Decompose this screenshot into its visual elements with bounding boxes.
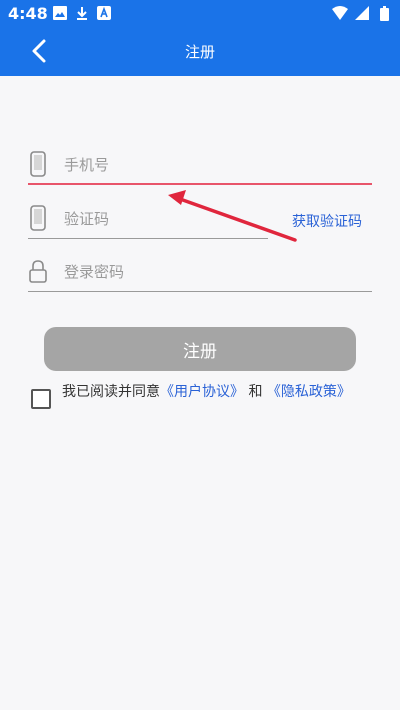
password-input[interactable] (64, 258, 258, 286)
agreement-conjunction: 和 (244, 384, 267, 400)
code-input[interactable] (64, 205, 254, 233)
battery-icon (376, 5, 392, 21)
signal-icon (354, 5, 370, 21)
register-button[interactable]: 注册 (44, 327, 356, 371)
code-field (28, 199, 268, 239)
status-time: 4:48 (8, 4, 48, 23)
download-icon (74, 5, 90, 21)
phone-input[interactable] (64, 151, 258, 179)
phone-icon (30, 151, 46, 177)
user-agreement-link[interactable]: 《用户协议》 (160, 384, 244, 400)
phone-icon (30, 205, 46, 231)
agreement-prefix: 我已阅读并同意 (62, 384, 160, 400)
get-code-button[interactable]: 获取验证码 (292, 211, 362, 231)
page-title: 注册 (184, 43, 215, 61)
app-bar: 注册 (0, 26, 400, 76)
app-icon (96, 5, 112, 21)
agreement-text: 我已阅读并同意《用户协议》 和 《隐私政策》 (62, 382, 362, 402)
agreement-checkbox[interactable] (31, 389, 51, 409)
image-icon (52, 5, 68, 21)
lock-icon (29, 260, 47, 283)
wifi-icon (332, 5, 348, 21)
phone-field (28, 145, 372, 185)
password-field (28, 252, 372, 292)
privacy-policy-link[interactable]: 《隐私政策》 (267, 384, 351, 400)
status-bar: 4:48 (0, 0, 400, 26)
